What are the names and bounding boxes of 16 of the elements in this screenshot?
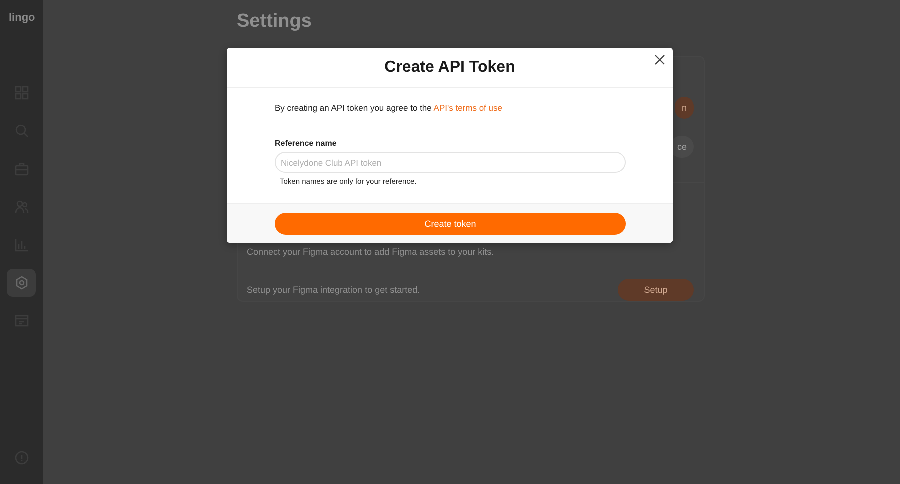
close-button[interactable]: [653, 53, 667, 67]
figma-setup-text: Setup your Figma integration to get started.: [247, 285, 420, 296]
terms-link[interactable]: API's terms of use: [434, 103, 502, 113]
action-button[interactable]: n: [674, 97, 694, 120]
figma-description: Connect your Figma account to add Figma assets to your kits.: [247, 247, 496, 258]
page-title: Settings: [237, 11, 313, 33]
close-icon: [655, 55, 665, 65]
dialog-title: Create API Token: [384, 58, 516, 76]
reference-name-field[interactable]: Nicelydone Club API token: [275, 152, 626, 173]
field-label: Reference name: [275, 139, 338, 148]
agreement-text: By creating an API token you agree to the API's terms of use: [275, 103, 504, 113]
settings-icon: [14, 276, 28, 290]
setup-button[interactable]: Setup: [618, 279, 694, 302]
logo: lingo: [9, 12, 36, 24]
nav-item[interactable]: [7, 269, 36, 297]
create-token-button[interactable]: Create token: [275, 213, 626, 235]
